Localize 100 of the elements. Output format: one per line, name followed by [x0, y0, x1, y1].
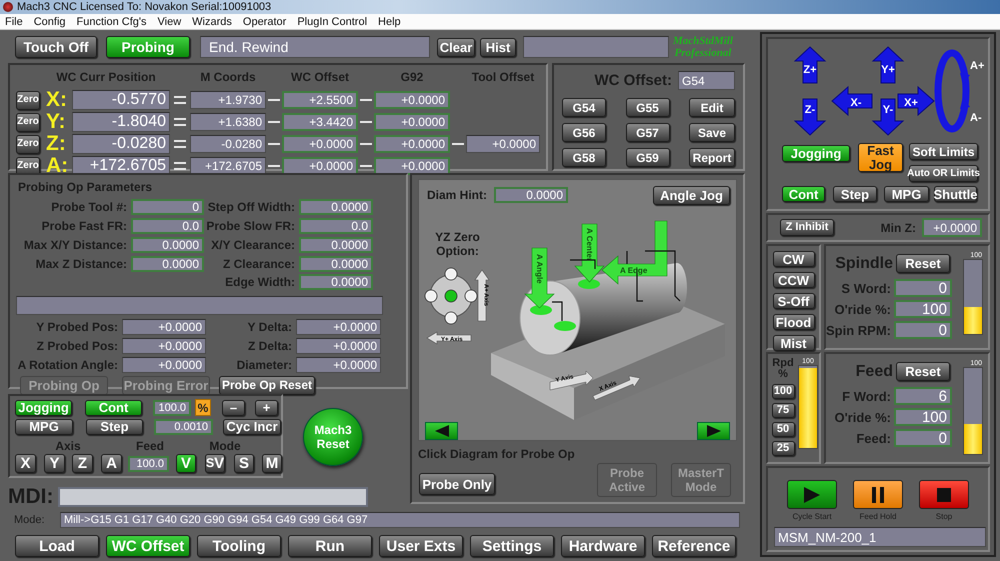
cycle-start-button[interactable]	[787, 480, 837, 509]
rapid-button[interactable]: 25	[772, 441, 794, 456]
profile-name-field[interactable]: MSM_NM-200_1	[774, 527, 986, 547]
rapid-button[interactable]: 50	[772, 422, 794, 437]
menu-item[interactable]: Config	[34, 16, 66, 28]
parameter-field[interactable]: 0.0000	[131, 236, 204, 253]
reset-button[interactable]: Mach3 Reset	[303, 408, 363, 466]
parameter-field[interactable]: 0.0000	[299, 256, 373, 272]
result-readout[interactable]: +0.0000	[122, 356, 206, 373]
probe-only-button[interactable]: Probe Only	[419, 473, 495, 495]
jog-option-button[interactable]: Soft Limits	[909, 143, 978, 160]
jog-mode-button[interactable]: Cont	[782, 186, 825, 202]
jog-mode-button[interactable]: Cont	[85, 400, 142, 416]
cycle-increment-button[interactable]: Cyc Incr	[223, 418, 281, 434]
tool-offset-readout[interactable]: +0.0000	[466, 135, 540, 153]
offset-field[interactable]: +2.5500	[282, 91, 358, 109]
feed-mode-button[interactable]: S	[234, 454, 254, 473]
increase-button[interactable]: +	[255, 400, 278, 416]
page-tab[interactable]: Settings	[470, 535, 554, 557]
rapid-button[interactable]: 75	[772, 403, 794, 418]
spindle-button[interactable]: Flood	[772, 314, 814, 330]
zero-button[interactable]: Zero	[16, 112, 40, 132]
readout-field[interactable]: 6	[894, 387, 952, 405]
zero-button[interactable]: Zero	[16, 134, 40, 154]
spindle-button[interactable]: CW	[772, 251, 814, 267]
axis-button[interactable]: X	[15, 454, 36, 473]
parameter-field[interactable]: 0.0000	[299, 274, 373, 290]
offset-button[interactable]: G57	[626, 123, 670, 142]
previous-button[interactable]	[425, 422, 458, 440]
diameter-hint-field[interactable]: 0.0000	[494, 187, 568, 203]
mdi-input[interactable]	[58, 487, 368, 507]
position-readout[interactable]: -0.5770	[72, 90, 170, 110]
spindle-button[interactable]: Mist	[772, 335, 814, 351]
offset-field[interactable]: +0.0000	[282, 135, 358, 153]
parameter-field[interactable]: 0	[131, 199, 204, 216]
parameter-field[interactable]: 0.0000	[131, 256, 204, 272]
probe-reset-button[interactable]: Probe Op Reset	[219, 376, 315, 395]
zero-option-ball[interactable]	[424, 290, 438, 302]
percent-badge[interactable]: %	[195, 399, 211, 416]
jog-arrow-button[interactable]: Y+	[872, 46, 904, 84]
workpiece-drawing[interactable]	[491, 220, 725, 420]
menu-item[interactable]: File	[5, 16, 23, 28]
g92-field[interactable]: +0.0000	[374, 135, 450, 153]
page-tab[interactable]: Hardware	[561, 535, 645, 557]
jog-arrow-button[interactable]: X+	[898, 86, 935, 116]
offset-button[interactable]: Report	[689, 148, 735, 167]
axis-button[interactable]: A	[101, 454, 122, 473]
offset-field[interactable]: +3.4420	[282, 113, 358, 131]
machine-coordinate-readout[interactable]: +1.6380	[190, 113, 266, 131]
zero-button[interactable]: Zero	[16, 90, 40, 110]
jog-mode-button[interactable]: Step	[833, 186, 877, 202]
spindle-button[interactable]: S-Off	[772, 293, 814, 309]
menu-item[interactable]: Help	[378, 16, 401, 28]
modal-codes-display[interactable]: Mill->G15 G1 G17 G40 G20 G90 G94 G54 G49 G99 G64 G97	[60, 512, 740, 528]
decrease-button[interactable]: –	[222, 400, 245, 416]
offset-button[interactable]: G58	[562, 148, 606, 167]
menu-item[interactable]: Function Cfg's	[76, 16, 146, 28]
offset-button[interactable]: Edit	[689, 98, 735, 117]
probe-status-bar[interactable]	[16, 296, 383, 315]
mode-button[interactable]: Touch Off	[15, 36, 97, 58]
axis-button[interactable]: Y	[44, 454, 65, 473]
result-readout[interactable]: +0.0000	[296, 356, 381, 373]
z-inhibit-button[interactable]: Z Inhibit	[780, 219, 834, 236]
machine-coordinate-readout[interactable]: -0.0280	[190, 135, 266, 153]
result-readout[interactable]: +0.0000	[296, 318, 381, 335]
page-tab[interactable]: Tooling	[197, 535, 281, 557]
rapid-button[interactable]: 100	[772, 384, 794, 399]
spindle-button[interactable]: CCW	[772, 272, 814, 288]
parameter-field[interactable]: 0.0	[299, 218, 373, 234]
offset-button[interactable]: G54	[562, 98, 606, 117]
readout-field[interactable]: 0	[894, 321, 952, 339]
mode-button[interactable]: Probing	[106, 36, 190, 58]
feed-hold-button[interactable]	[853, 480, 903, 509]
reset-button[interactable]: Reset	[896, 254, 950, 273]
axis-button[interactable]: Z	[72, 454, 93, 473]
min-z-field[interactable]: +0.0000	[922, 218, 982, 237]
offset-button[interactable]: G55	[626, 98, 670, 117]
offset-button[interactable]: G56	[562, 123, 606, 142]
history-button[interactable]: Hist	[480, 38, 516, 56]
offset-button[interactable]: G59	[626, 148, 670, 167]
g92-field[interactable]: +0.0000	[374, 91, 450, 109]
menu-item[interactable]: Operator	[242, 16, 286, 28]
jog-mode-button[interactable]: MPG	[15, 418, 73, 434]
jog-mode-button[interactable]: Shuttle	[934, 186, 977, 202]
zero-option-ball[interactable]	[444, 312, 458, 324]
jog-mode-button[interactable]: Jogging	[15, 400, 72, 416]
menu-item[interactable]: View	[158, 16, 182, 28]
result-readout[interactable]: +0.0000	[122, 338, 206, 354]
readout-field[interactable]: 0	[894, 429, 952, 447]
jog-mode-button[interactable]: Step	[86, 418, 143, 434]
next-button[interactable]	[697, 422, 730, 440]
readout-field[interactable]: 100	[894, 408, 952, 426]
readout-field[interactable]: 0	[894, 279, 952, 297]
clear-button[interactable]: Clear	[437, 38, 475, 56]
parameter-field[interactable]: 0.0	[131, 218, 204, 234]
offset-field[interactable]: G54	[678, 71, 735, 90]
parameter-field[interactable]: 0.0000	[299, 199, 373, 216]
page-tab[interactable]: Load	[15, 535, 99, 557]
jog-option-button[interactable]: Jogging	[782, 145, 850, 162]
feed-mode-button[interactable]: M	[262, 454, 282, 473]
